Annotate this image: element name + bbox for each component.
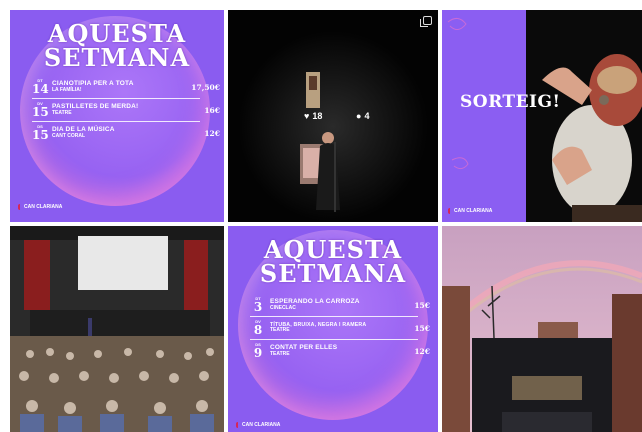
divider	[32, 98, 200, 99]
sorteig-panel	[442, 10, 526, 222]
post-tile-stage-photo[interactable]: ♥ 18 ● 4	[228, 10, 438, 222]
event-subtitle: TEATRE	[52, 109, 72, 116]
event-name: CONTAT PER ELLES	[270, 343, 338, 351]
logo-text: CAN CLARIANA	[242, 422, 281, 428]
event-row: DS 9 CONTAT PER ELLES TEATRE 12€	[250, 343, 430, 360]
event-subtitle: TEATRE	[270, 350, 290, 357]
likes-count: ♥ 18	[304, 111, 322, 121]
multiple-photos-icon	[420, 16, 432, 27]
poster-title-line2: SETMANA	[43, 43, 191, 72]
logo-mark-icon	[236, 422, 240, 428]
divider	[32, 121, 200, 122]
event-price: 16€	[204, 105, 220, 115]
event-date: 8	[253, 323, 263, 337]
likes-value: 18	[312, 111, 323, 121]
event-row: DS 15 DIA DE LA MÚSICA CANT CORAL 12€	[32, 125, 220, 142]
event-price: 15€	[414, 300, 430, 310]
event-price: 12€	[204, 128, 220, 138]
event-subtitle: CINECLAC	[270, 304, 296, 311]
event-row: DT 3 ESPERANDO LA CARROZA CINECLAC 15€	[250, 297, 430, 314]
poster-title-line2: SETMANA	[259, 259, 407, 288]
comments-count: ● 4	[356, 111, 369, 121]
divider	[250, 339, 418, 340]
swirl-decoration	[447, 18, 469, 170]
logo-text: CAN CLARIANA	[24, 204, 63, 210]
event-name: PASTILLETES DE MERDA!	[52, 102, 139, 110]
divider	[250, 316, 418, 317]
building-photo	[442, 226, 642, 432]
logo-mark-icon	[448, 208, 452, 214]
event-price: 12€	[414, 346, 430, 356]
auditorium-photo	[10, 226, 224, 432]
venue-logo: CAN CLARIANA	[236, 422, 280, 428]
event-price: 15€	[414, 323, 430, 333]
venue-logo: CAN CLARIANA	[448, 208, 492, 214]
event-row: DV 15 PASTILLETES DE MERDA! TEATRE 16€	[32, 102, 220, 119]
event-row: DV 8 TÍTUBA, BRUIXA, NEGRA I RAMERA TEATRE…	[250, 320, 430, 337]
post-tile-aquesta-setmana-2[interactable]: AQUESTA SETMANA DT 3 ESPERANDO LA CARROZA…	[228, 226, 438, 432]
event-date: 15	[32, 128, 49, 142]
event-subtitle: TEATRE	[270, 327, 290, 334]
event-row: DT 14 CIANOTIPIA PER A TOTA LA FAMÍLIA! 17…	[32, 79, 220, 96]
event-subtitle: LA FAMÍLIA!	[52, 86, 82, 93]
comment-icon: ●	[356, 111, 362, 121]
event-date: 15	[32, 105, 49, 119]
sorteig-title: SORTEIG!	[460, 92, 561, 112]
logo-mark-icon	[18, 204, 22, 210]
event-date: 3	[253, 300, 263, 314]
event-date: 9	[253, 346, 263, 360]
post-tile-building-rainbow[interactable]	[442, 226, 642, 432]
post-tile-auditorium[interactable]	[10, 226, 224, 432]
event-date: 14	[32, 82, 49, 96]
comments-value: 4	[364, 111, 370, 121]
logo-text: CAN CLARIANA	[454, 208, 493, 214]
venue-logo: CAN CLARIANA	[18, 204, 62, 210]
post-tile-aquesta-setmana-1[interactable]: AQUESTA SETMANA DT 14 CIANOTIPIA PER A TO…	[10, 10, 224, 222]
post-grid: AQUESTA SETMANA DT 14 CIANOTIPIA PER A TO…	[10, 10, 642, 432]
event-subtitle: CANT CORAL	[52, 132, 86, 139]
heart-icon: ♥	[304, 111, 310, 121]
event-price: 17,50€	[191, 82, 220, 92]
post-tile-sorteig[interactable]: SORTEIG! CAN CLARIANA	[442, 10, 642, 222]
stage-photo	[228, 10, 438, 222]
